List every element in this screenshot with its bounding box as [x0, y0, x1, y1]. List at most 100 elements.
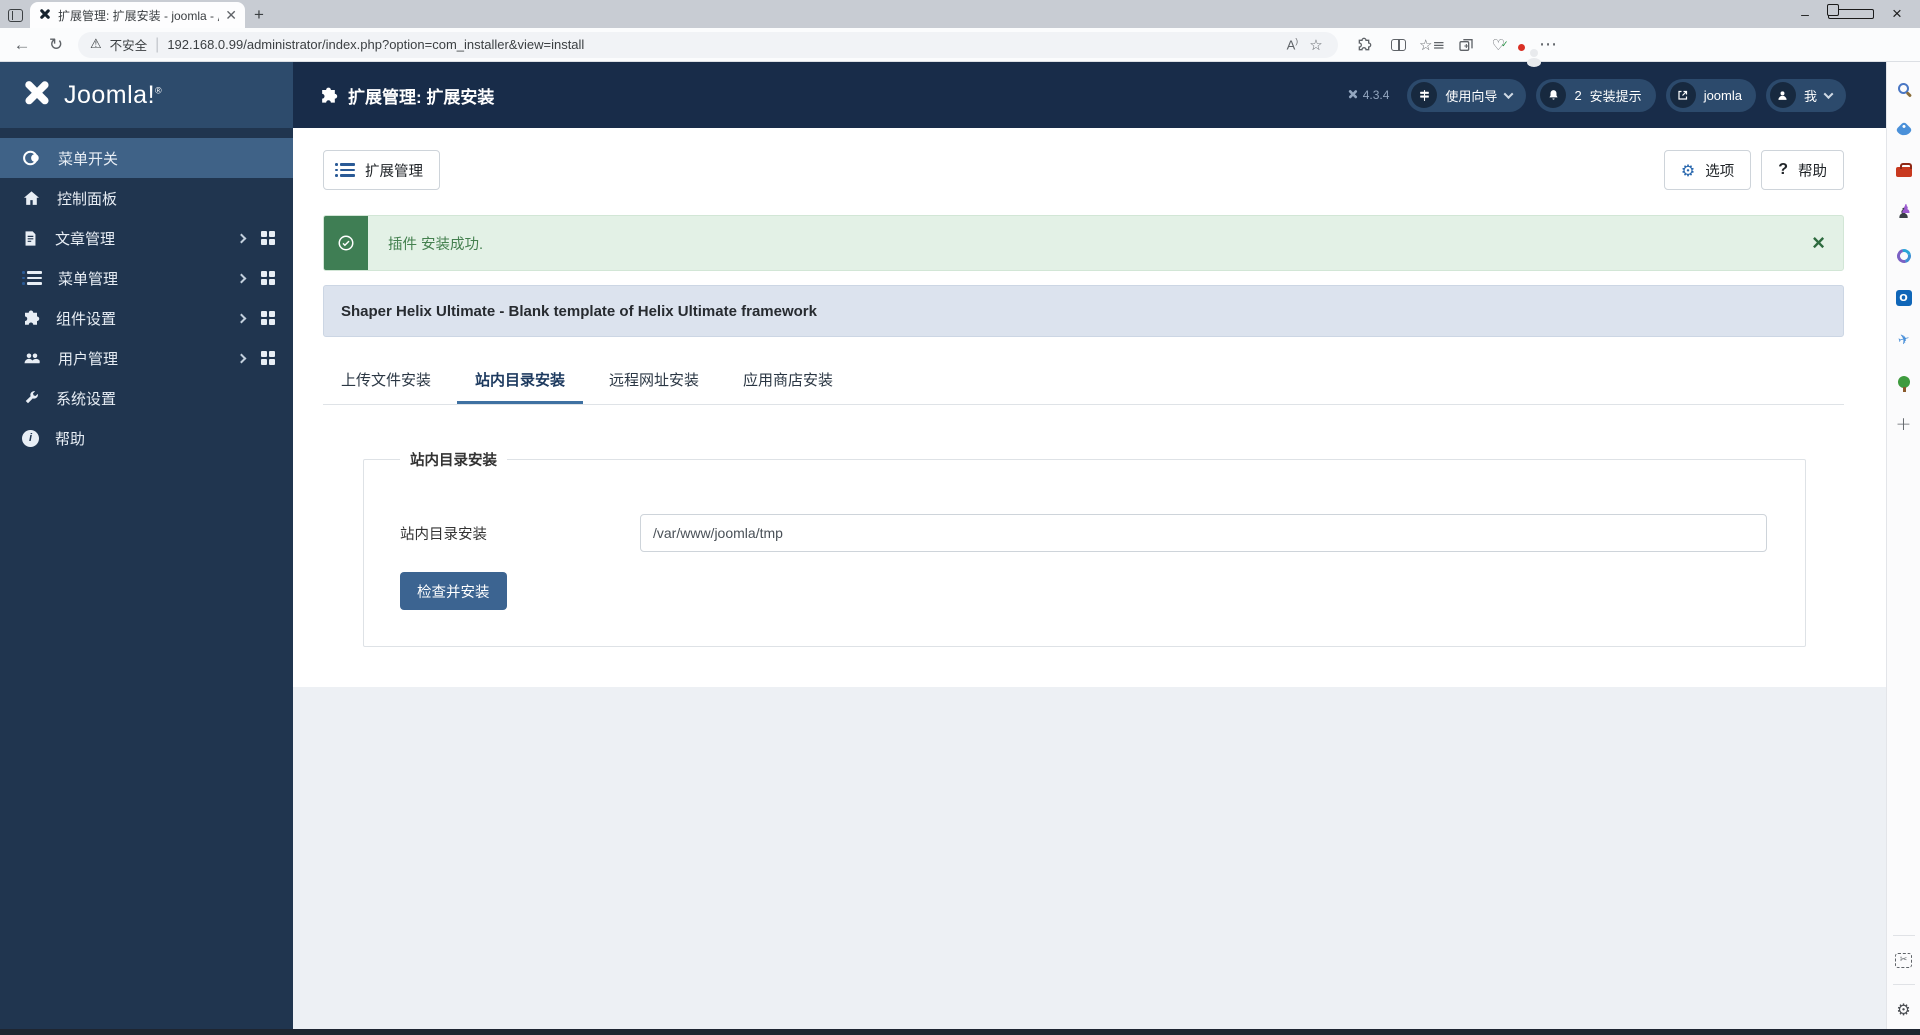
sidebar-item-users[interactable]: 用户管理 — [0, 338, 293, 378]
drop-icon[interactable]: ✈ — [1891, 328, 1915, 352]
toolbox-icon[interactable] — [1894, 162, 1914, 182]
puzzle-icon — [22, 309, 40, 327]
back-icon[interactable]: ← — [10, 35, 34, 55]
chevron-right-icon[interactable] — [236, 313, 247, 323]
window-minimize-button[interactable]: – — [1782, 0, 1828, 28]
games-icon[interactable]: ♟ — [1894, 202, 1914, 224]
toggle-icon — [22, 148, 42, 168]
users-icon — [22, 349, 42, 367]
menu-list-icon — [22, 271, 42, 285]
collections-icon[interactable] — [1456, 35, 1476, 55]
tab-upload-package[interactable]: 上传文件安装 — [323, 357, 449, 404]
chevron-right-icon[interactable] — [236, 273, 247, 283]
settings-icon[interactable]: ⚙ — [1894, 999, 1914, 1019]
notification-dot — [1518, 43, 1525, 51]
user-menu-button[interactable]: 我 — [1765, 78, 1846, 112]
fieldset-legend: 站内目录安装 — [410, 453, 497, 469]
preview-site-button[interactable]: joomla — [1665, 78, 1756, 112]
window-close-button[interactable]: × — [1874, 0, 1920, 28]
signpost-icon — [1411, 82, 1438, 108]
dashboard-grid-icon[interactable] — [261, 311, 275, 325]
pill-label: 我 — [1803, 88, 1817, 104]
dashboard-grid-icon[interactable] — [261, 271, 275, 285]
browser-toolbar: ← ↻ ⚠ 不安全 | 192.168.0.99/administrator/i… — [0, 28, 1920, 62]
chevron-right-icon[interactable] — [236, 233, 247, 243]
notification-count: 2 — [1574, 87, 1582, 103]
dashboard-grid-icon[interactable] — [261, 351, 275, 365]
sidebar-item-dashboard[interactable]: 控制面板 — [0, 178, 293, 218]
edge-sidebar: ♟ O ✈ + ✂ ⚙ — [1886, 62, 1920, 1029]
sidebar-item-label: 文章管理 — [55, 230, 116, 248]
chevron-right-icon[interactable] — [236, 353, 247, 363]
sidebar-item-components[interactable]: 组件设置 — [0, 298, 293, 338]
search-icon[interactable] — [1894, 78, 1914, 98]
notifications-button[interactable]: 2 安装提示 — [1536, 78, 1656, 112]
address-separator: | — [155, 35, 160, 53]
outlook-icon[interactable]: O — [1894, 288, 1914, 308]
guided-tour-button[interactable]: 使用向导 — [1407, 78, 1527, 112]
sidebar-item-label: 用户管理 — [58, 350, 119, 368]
rail-divider — [1892, 984, 1915, 985]
screenshot-icon[interactable]: ✂ — [1894, 950, 1914, 970]
shopping-tag-icon[interactable] — [1894, 120, 1914, 140]
browser-tab[interactable]: 扩展管理: 扩展安装 - joomla - 后 ✕ — [30, 2, 245, 28]
dashboard-grid-icon[interactable] — [261, 231, 275, 245]
joomla-logo[interactable]: Joomla!® — [0, 62, 293, 128]
sidebar-item-label: 帮助 — [55, 430, 86, 448]
address-bar[interactable]: ⚠ 不安全 | 192.168.0.99/administrator/index… — [78, 31, 1338, 58]
wrench-icon — [22, 389, 40, 407]
pill-label: 安装提示 — [1589, 88, 1642, 104]
split-screen-icon[interactable] — [1388, 35, 1408, 55]
read-aloud-icon[interactable]: A) — [1287, 37, 1298, 52]
more-menu-icon[interactable]: ⋯ — [1538, 34, 1558, 55]
workspaces-icon — [7, 8, 23, 22]
favorite-star-icon[interactable]: ☆ — [1306, 35, 1326, 55]
install-folder-fieldset: 站内目录安装 站内目录安装 检查并安装 — [363, 449, 1806, 647]
add-icon[interactable]: + — [1894, 413, 1914, 435]
article-icon — [22, 229, 39, 248]
loop-icon[interactable] — [1893, 246, 1914, 266]
help-button[interactable]: ? 帮助 — [1761, 150, 1844, 190]
window-restore-button[interactable] — [1827, 0, 1874, 28]
security-label[interactable]: 不安全 — [110, 35, 148, 54]
grow-icon[interactable] — [1894, 372, 1914, 392]
close-icon[interactable]: × — [1794, 216, 1843, 270]
sidebar-item-label: 菜单管理 — [58, 270, 119, 288]
check-and-install-button[interactable]: 检查并安装 — [400, 572, 507, 610]
options-button[interactable]: ⚙ 选项 — [1663, 150, 1752, 190]
pill-label: 使用向导 — [1445, 88, 1498, 104]
sidebar-item-label: 控制面板 — [57, 190, 118, 208]
install-folder-input[interactable] — [640, 514, 1767, 552]
external-link-icon — [1669, 82, 1696, 108]
favorites-list-icon[interactable]: ☆≡ — [1419, 35, 1445, 55]
taskbar-edge — [0, 1029, 1920, 1035]
sidebar-item-menu-toggle[interactable]: 菜单开关 — [0, 138, 293, 178]
url-text[interactable]: 192.168.0.99/administrator/index.php?opt… — [167, 37, 1278, 52]
tab-install-from-folder[interactable]: 站内目录安装 — [457, 357, 584, 404]
sidebar-item-label: 组件设置 — [56, 310, 117, 328]
person-icon — [1769, 82, 1796, 108]
browser-essentials-icon[interactable]: ♡ ✓ — [1490, 35, 1510, 55]
extensions-manage-button[interactable]: 扩展管理 — [323, 150, 440, 190]
tab-title: 扩展管理: 扩展安装 - joomla - 后 — [58, 8, 220, 23]
tab-install-from-web[interactable]: 应用商店安装 — [725, 357, 851, 404]
tab-install-from-url[interactable]: 远程网址安装 — [591, 357, 717, 404]
rail-divider — [1892, 935, 1915, 936]
sidebar-item-label: 系统设置 — [56, 390, 117, 408]
sidebar-item-system[interactable]: 系统设置 — [0, 378, 293, 418]
sidebar-item-content[interactable]: 文章管理 — [0, 218, 293, 258]
tab-close-icon[interactable]: ✕ — [225, 8, 237, 22]
new-tab-button[interactable]: + — [245, 2, 273, 28]
refresh-icon[interactable]: ↻ — [44, 35, 68, 55]
list-icon — [335, 163, 355, 177]
joomla-header: 扩展管理: 扩展安装 4.3.4 使用向导 2 安装提示 joomla 我 — [293, 62, 1886, 128]
sidebar-item-help[interactable]: i 帮助 — [0, 418, 293, 458]
success-alert: 插件 安装成功. × — [323, 215, 1844, 271]
extensions-icon[interactable] — [1354, 35, 1374, 55]
not-secure-warning-icon: ⚠ — [90, 37, 102, 52]
tab-actions-menu[interactable] — [0, 2, 30, 28]
sidebar-item-menus[interactable]: 菜单管理 — [0, 258, 293, 298]
gear-icon: ⚙ — [1680, 160, 1696, 180]
restore-icon — [1827, 4, 1874, 19]
browser-tab-strip: 扩展管理: 扩展安装 - joomla - 后 ✕ + – × — [0, 0, 1920, 28]
